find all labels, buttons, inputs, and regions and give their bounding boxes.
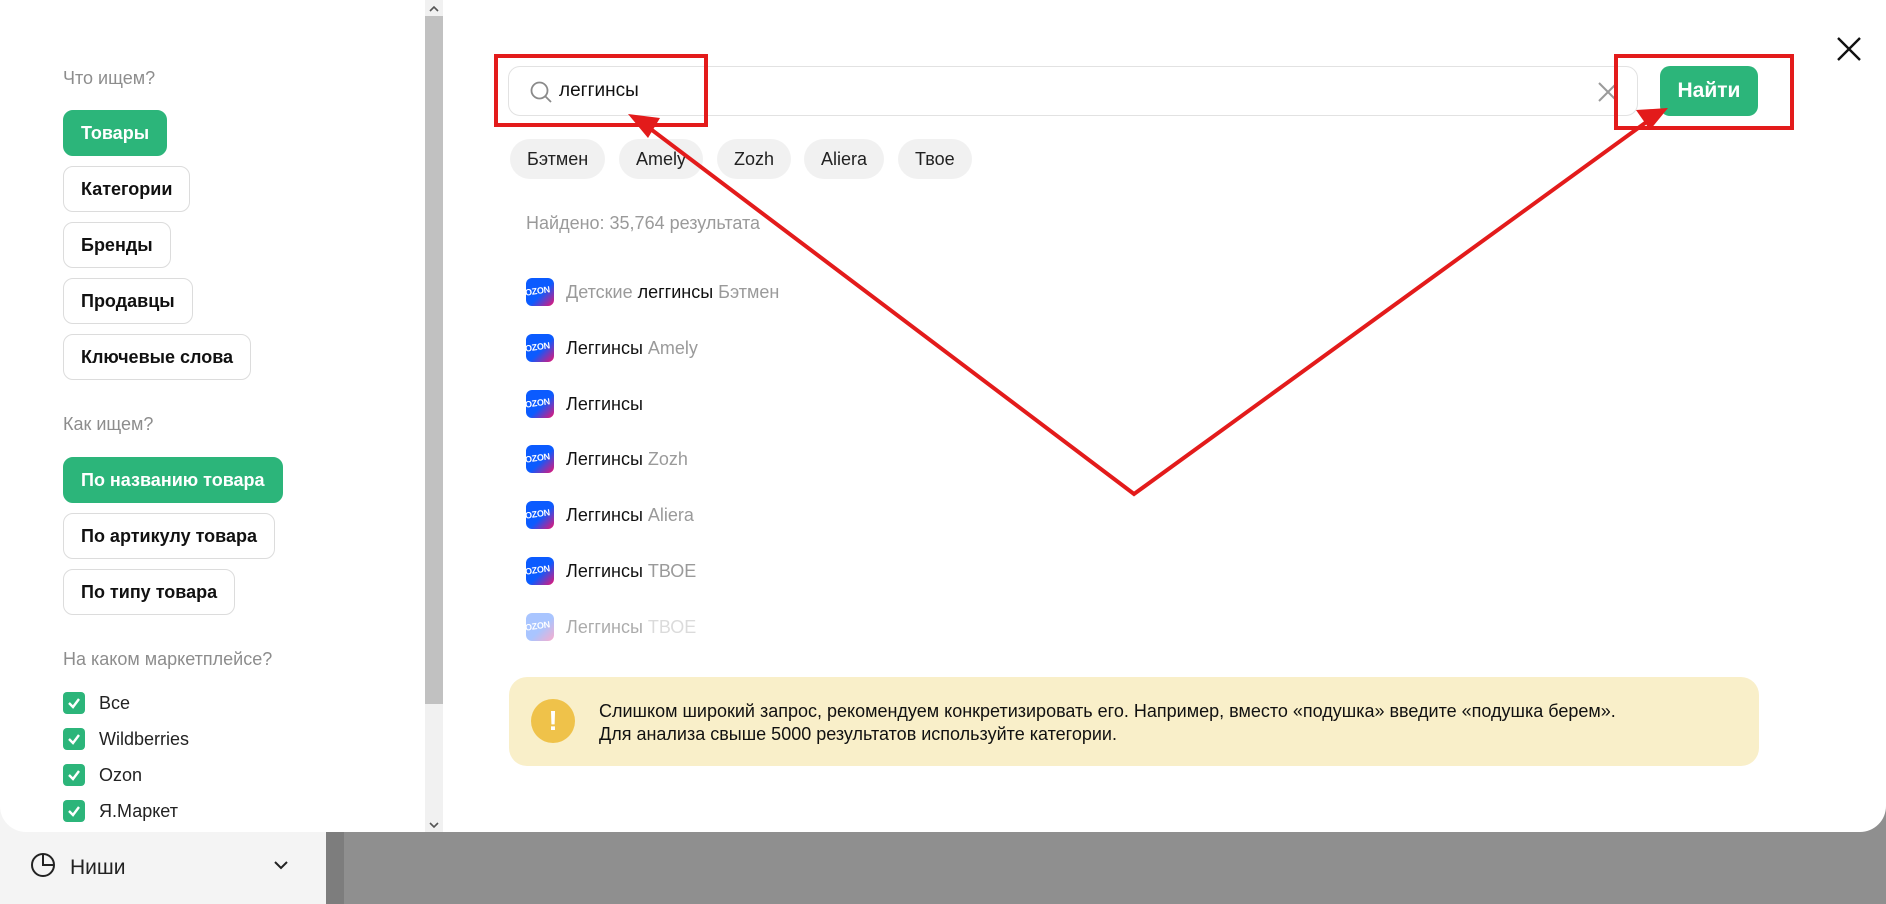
annotation-arrows bbox=[628, 108, 1668, 497]
